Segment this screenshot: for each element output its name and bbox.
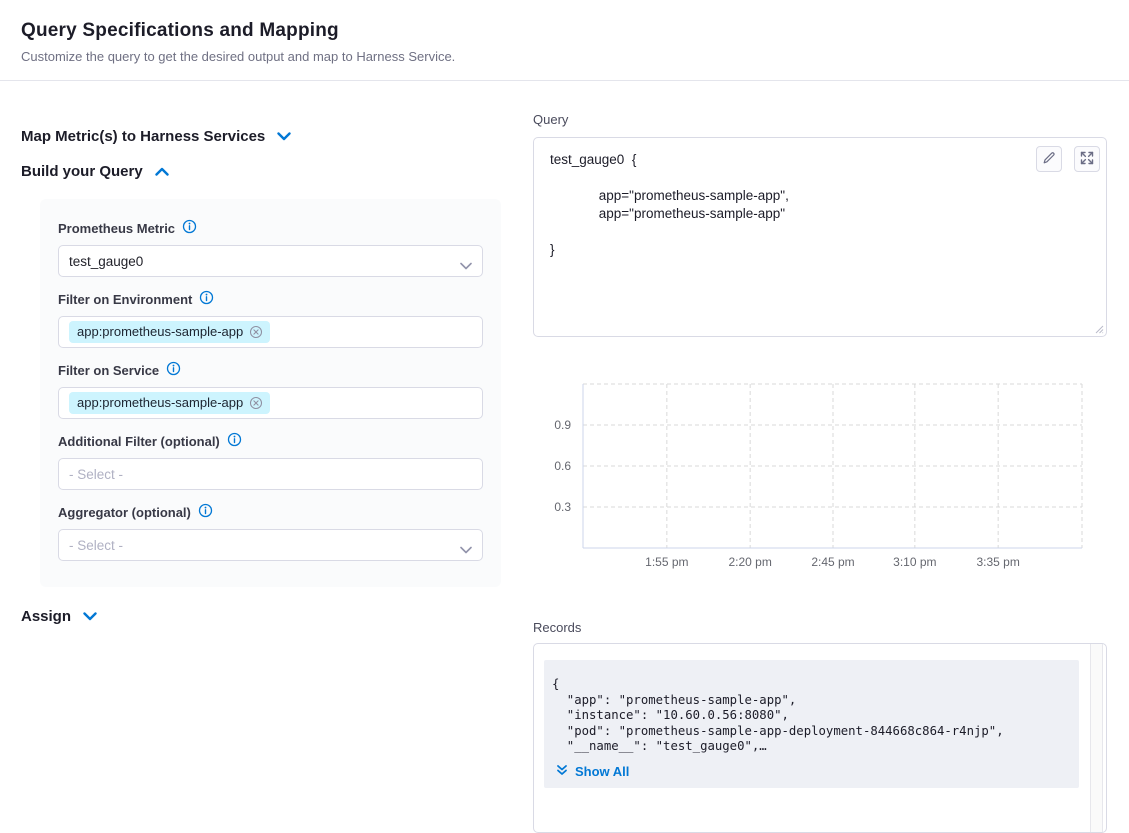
filter-environment-input[interactable]: app:prometheus-sample-app (58, 316, 483, 348)
svg-text:1:55 pm: 1:55 pm (645, 555, 688, 569)
section-assign-label: Assign (21, 608, 71, 625)
svg-text:3:10 pm: 3:10 pm (893, 555, 936, 569)
expand-query-button[interactable] (1074, 146, 1100, 172)
query-label: Query (533, 112, 568, 127)
prometheus-metric-select[interactable]: test_gauge0 (58, 245, 483, 277)
additional-filter-placeholder: - Select - (69, 467, 123, 482)
field-prometheus-metric: Prometheus Metric test_gauge0 (58, 218, 483, 277)
additional-filter-input[interactable]: - Select - (58, 458, 483, 490)
query-form-panel: Prometheus Metric test_gauge0 Filter on … (40, 199, 501, 587)
info-icon[interactable] (198, 503, 213, 521)
additional-filter-label: Additional Filter (optional) (58, 434, 220, 449)
aggregator-label: Aggregator (optional) (58, 505, 191, 520)
section-assign[interactable]: Assign (21, 608, 511, 624)
chevron-down-icon (83, 612, 97, 621)
section-map-metrics[interactable]: Map Metric(s) to Harness Services (21, 128, 511, 144)
show-all-label: Show All (575, 764, 629, 779)
info-icon[interactable] (182, 219, 197, 237)
svg-text:0.9: 0.9 (554, 418, 571, 432)
records-panel: { "app": "prometheus-sample-app", "insta… (533, 643, 1107, 833)
svg-text:2:20 pm: 2:20 pm (728, 555, 771, 569)
filter-service-label-row: Filter on Service (58, 360, 483, 380)
chevron-down-icon (277, 132, 291, 141)
service-filter-tag: app:prometheus-sample-app (69, 392, 270, 414)
service-filter-tag-label: app:prometheus-sample-app (77, 395, 243, 410)
records-content: { "app": "prometheus-sample-app", "insta… (544, 660, 1079, 788)
chevron-down-icon (460, 258, 472, 273)
page-header: Query Specifications and Mapping Customi… (0, 0, 1129, 81)
edit-query-button[interactable] (1036, 146, 1062, 172)
aggregator-placeholder: - Select - (69, 538, 123, 553)
section-build-query[interactable]: Build your Query (21, 163, 511, 179)
environment-filter-tag-label: app:prometheus-sample-app (77, 324, 243, 339)
filter-environment-label: Filter on Environment (58, 292, 192, 307)
remove-tag-icon[interactable] (249, 325, 263, 339)
page-subtitle: Customize the query to get the desired o… (21, 49, 1105, 64)
prometheus-metric-label-row: Prometheus Metric (58, 218, 483, 238)
aggregator-select[interactable]: - Select - (58, 529, 483, 561)
pencil-icon (1042, 151, 1056, 168)
field-additional-filter: Additional Filter (optional) - Select - (58, 431, 483, 490)
query-text[interactable]: test_gauge0 { app="prometheus-sample-app… (534, 138, 1106, 259)
remove-tag-icon[interactable] (249, 396, 263, 410)
chevron-up-icon (155, 167, 169, 176)
prometheus-metric-label: Prometheus Metric (58, 221, 175, 236)
records-label: Records (533, 620, 1107, 635)
records-scrollbar[interactable] (1090, 644, 1103, 832)
query-toolbar (1036, 146, 1100, 172)
filter-service-input[interactable]: app:prometheus-sample-app (58, 387, 483, 419)
filter-service-label: Filter on Service (58, 363, 159, 378)
query-builder-column: Map Metric(s) to Harness Services Build … (21, 128, 511, 624)
field-filter-environment: Filter on Environment app:prometheus-sam… (58, 289, 483, 348)
metric-timeseries-chart: 0.3 0.6 0.9 1:55 pm 2:20 pm 2:45 pm 3:10 pm 3:3… (533, 378, 1089, 574)
chevron-down-icon (460, 542, 472, 557)
filter-environment-label-row: Filter on Environment (58, 289, 483, 309)
svg-text:2:45 pm: 2:45 pm (811, 555, 854, 569)
info-icon[interactable] (199, 290, 214, 308)
query-preview-column: Query test_gauge0 { app="prometheus-samp… (533, 111, 1107, 833)
svg-text:0.3: 0.3 (554, 500, 571, 514)
environment-filter-tag: app:prometheus-sample-app (69, 321, 270, 343)
prometheus-metric-value: test_gauge0 (69, 254, 143, 269)
svg-text:0.6: 0.6 (554, 459, 571, 473)
section-map-metrics-label: Map Metric(s) to Harness Services (21, 128, 265, 145)
field-aggregator: Aggregator (optional) - Select - (58, 502, 483, 561)
svg-text:3:35 pm: 3:35 pm (976, 555, 1019, 569)
query-editor: test_gauge0 { app="prometheus-sample-app… (533, 137, 1107, 337)
aggregator-label-row: Aggregator (optional) (58, 502, 483, 522)
info-icon[interactable] (227, 432, 242, 450)
expand-icon (1080, 151, 1094, 168)
field-filter-service: Filter on Service app:prometheus-sample-… (58, 360, 483, 419)
additional-filter-label-row: Additional Filter (optional) (58, 431, 483, 451)
show-all-link[interactable]: Show All (556, 764, 629, 780)
info-icon[interactable] (166, 361, 181, 379)
records-json: { "app": "prometheus-sample-app", "insta… (552, 677, 1069, 755)
chart-canvas: 0.3 0.6 0.9 1:55 pm 2:20 pm 2:45 pm 3:10 pm 3:3… (533, 378, 1089, 574)
page-title: Query Specifications and Mapping (21, 20, 1105, 42)
resize-handle-icon[interactable] (1093, 323, 1104, 334)
section-build-query-label: Build your Query (21, 163, 143, 180)
double-chevron-down-icon (556, 764, 568, 780)
